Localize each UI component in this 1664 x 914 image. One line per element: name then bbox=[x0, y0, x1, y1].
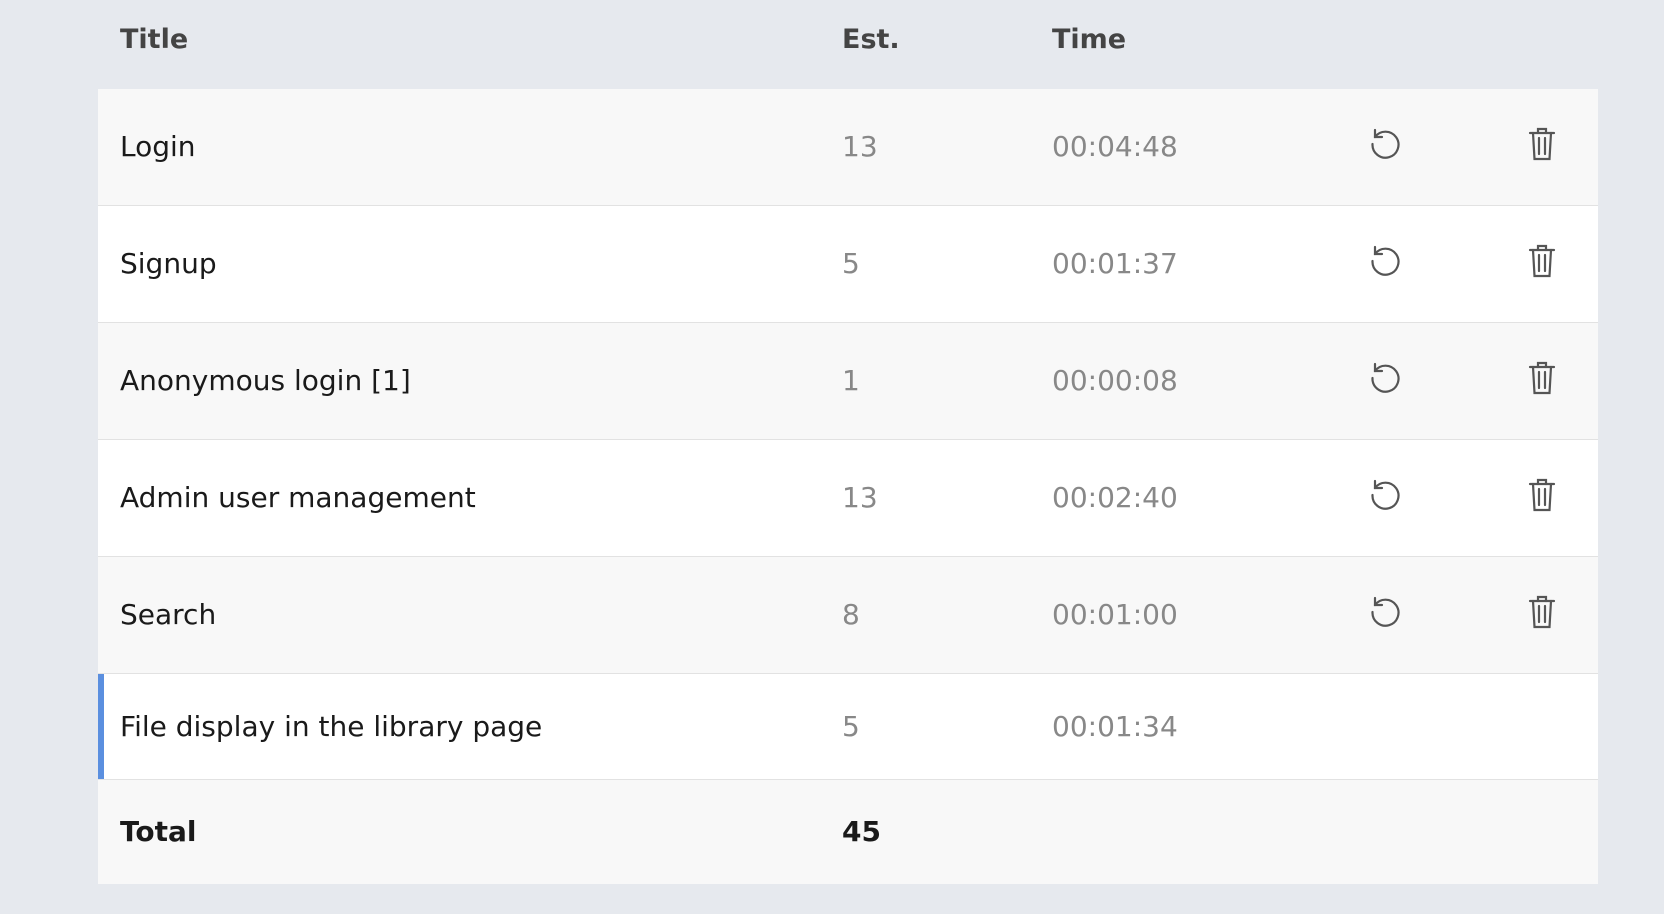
reset-button[interactable] bbox=[1365, 241, 1405, 281]
total-value: 45 bbox=[842, 815, 881, 848]
row-time: 00:01:37 bbox=[1052, 247, 1178, 280]
table-row[interactable]: Signup 5 00:01:37 bbox=[98, 206, 1598, 323]
row-est: 13 bbox=[842, 481, 878, 514]
delete-button[interactable] bbox=[1522, 358, 1562, 398]
trash-icon bbox=[1528, 127, 1556, 161]
row-time: 00:01:34 bbox=[1052, 710, 1178, 743]
total-label: Total bbox=[120, 815, 197, 848]
delete-button[interactable] bbox=[1522, 475, 1562, 515]
stories-table: Title Est. Time Login 13 00:04:48 Signup… bbox=[98, 0, 1598, 884]
row-title: Login bbox=[120, 130, 196, 163]
reset-icon bbox=[1371, 362, 1400, 393]
reset-button[interactable] bbox=[1365, 475, 1405, 515]
row-title: Admin user management bbox=[120, 481, 476, 514]
row-title: Anonymous login [1] bbox=[120, 364, 411, 397]
reset-icon bbox=[1371, 479, 1400, 510]
row-time: 00:02:40 bbox=[1052, 481, 1178, 514]
row-est: 5 bbox=[842, 247, 860, 280]
table-row-active[interactable]: File display in the library page 5 00:01… bbox=[98, 674, 1598, 780]
row-est: 5 bbox=[842, 710, 860, 743]
reset-icon bbox=[1371, 245, 1400, 276]
reset-button[interactable] bbox=[1365, 358, 1405, 398]
table-row[interactable]: Admin user management 13 00:02:40 bbox=[98, 440, 1598, 557]
table-row[interactable]: Anonymous login [1] 1 00:00:08 bbox=[98, 323, 1598, 440]
header-time: Time bbox=[1052, 24, 1127, 55]
table-row[interactable]: Search 8 00:01:00 bbox=[98, 557, 1598, 674]
delete-button[interactable] bbox=[1522, 124, 1562, 164]
reset-icon bbox=[1371, 596, 1400, 627]
trash-icon bbox=[1528, 478, 1556, 512]
trash-icon bbox=[1528, 361, 1556, 395]
delete-button[interactable] bbox=[1522, 241, 1562, 281]
row-time: 00:01:00 bbox=[1052, 598, 1178, 631]
row-title: Search bbox=[120, 598, 217, 631]
row-time: 00:04:48 bbox=[1052, 130, 1178, 163]
reset-button[interactable] bbox=[1365, 124, 1405, 164]
header-title: Title bbox=[120, 24, 189, 55]
reset-button[interactable] bbox=[1365, 592, 1405, 632]
row-title: Signup bbox=[120, 247, 217, 280]
delete-button[interactable] bbox=[1522, 592, 1562, 632]
row-est: 1 bbox=[842, 364, 860, 397]
trash-icon bbox=[1528, 244, 1556, 278]
trash-icon bbox=[1528, 595, 1556, 629]
row-est: 13 bbox=[842, 130, 878, 163]
table-row[interactable]: Login 13 00:04:48 bbox=[98, 89, 1598, 206]
total-row: Total 45 bbox=[98, 780, 1598, 884]
row-time: 00:00:08 bbox=[1052, 364, 1178, 397]
header-est: Est. bbox=[842, 24, 900, 55]
row-title: File display in the library page bbox=[120, 710, 543, 743]
row-est: 8 bbox=[842, 598, 860, 631]
table-header: Title Est. Time bbox=[98, 0, 1598, 89]
reset-icon bbox=[1371, 128, 1400, 159]
